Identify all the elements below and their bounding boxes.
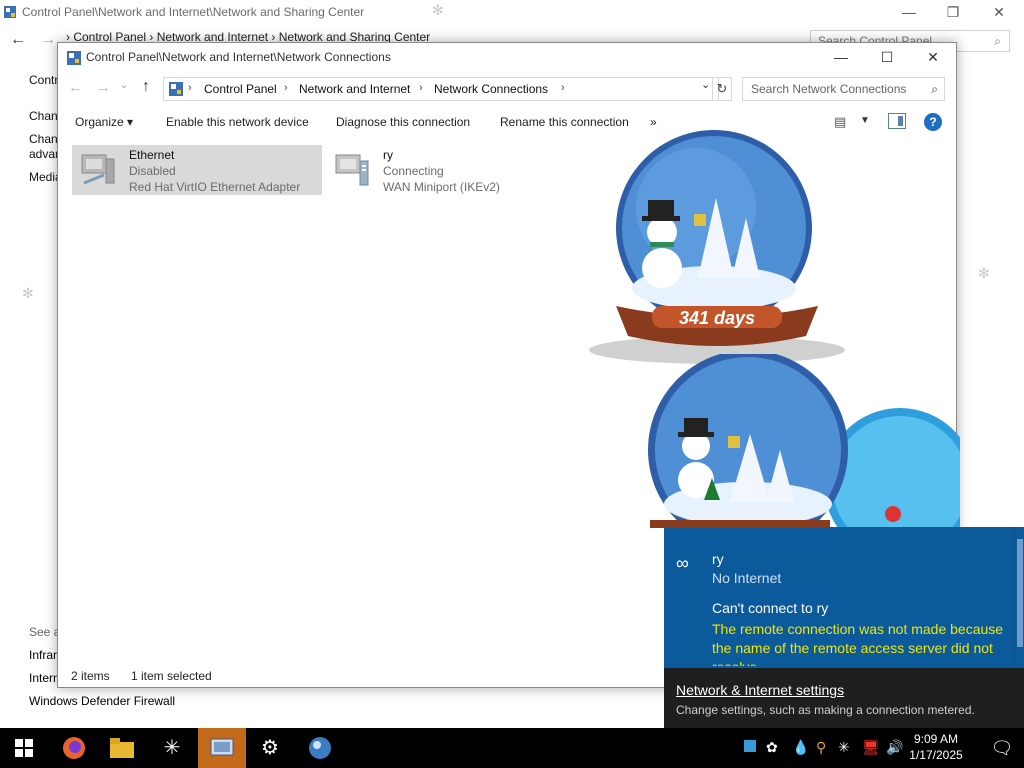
forward-arrow-icon[interactable]: → bbox=[96, 79, 111, 96]
link-firewall[interactable]: Windows Defender Firewall bbox=[29, 694, 175, 708]
snowflake-icon: ✻ bbox=[432, 2, 444, 18]
snow-globe-widget: 341 days bbox=[589, 130, 845, 364]
help-icon[interactable]: ? bbox=[924, 113, 942, 131]
connection-status: Disabled bbox=[129, 164, 176, 178]
breadcrumb-control-panel[interactable]: Control Panel bbox=[204, 82, 277, 96]
more-commands-button[interactable]: » bbox=[650, 115, 657, 129]
breadcrumb-separator-icon: › bbox=[284, 82, 288, 94]
rename-button[interactable]: Rename this connection bbox=[500, 115, 629, 129]
breadcrumb-network-connections[interactable]: Network Connections bbox=[434, 82, 548, 96]
see-also-heading: See also bbox=[29, 625, 57, 639]
volume-icon[interactable]: 🔊 bbox=[886, 739, 903, 756]
network-settings-description: Change settings, such as making a connec… bbox=[676, 703, 975, 717]
clock-date: 1/17/2025 bbox=[909, 748, 963, 762]
scrollbar-thumb[interactable] bbox=[1017, 539, 1023, 647]
link-infrared[interactable]: Infrared bbox=[29, 648, 57, 662]
view-dropdown-icon[interactable]: ▼ bbox=[860, 115, 870, 126]
tray-app-icon[interactable] bbox=[744, 739, 756, 755]
connection-item-ry[interactable]: ry Connecting WAN Miniport (IKEv2) bbox=[326, 145, 576, 195]
address-bar[interactable]: › Control Panel › Network and Internet ›… bbox=[163, 77, 719, 101]
control-panel-icon bbox=[169, 82, 183, 96]
maximize-button[interactable]: ❐ bbox=[930, 2, 976, 24]
refresh-button[interactable]: ↻ bbox=[712, 77, 732, 101]
breadcrumb-network-internet[interactable]: Network and Internet bbox=[299, 82, 410, 96]
flyout-scrollbar[interactable] bbox=[1014, 527, 1024, 668]
forward-arrow-icon[interactable]: → bbox=[40, 31, 56, 49]
action-center-icon[interactable]: 🗨 bbox=[980, 728, 1024, 768]
maximize-button[interactable]: ☐ bbox=[864, 43, 910, 71]
sidebar-link-adapter[interactable]: Change adapter settings bbox=[29, 109, 57, 123]
connection-status: Connecting bbox=[383, 164, 444, 178]
background-window-title: Control Panel\Network and Internet\Netwo… bbox=[22, 5, 365, 19]
snowflake-app-icon[interactable]: ✳ bbox=[148, 728, 196, 768]
sidebar-link-media[interactable]: Media streaming options bbox=[29, 170, 57, 184]
status-selection: 1 item selected bbox=[131, 669, 212, 683]
address-dropdown-icon[interactable]: ⌄ bbox=[701, 78, 710, 91]
flyout-network-name: ry bbox=[712, 551, 724, 567]
status-item-count: 2 items bbox=[71, 669, 110, 683]
network-flyout: ∞ ry No Internet Can't connect to ry The… bbox=[664, 527, 1024, 728]
connection-device: Red Hat VirtIO Ethernet Adapter bbox=[129, 180, 301, 194]
search-icon: ⌕ bbox=[931, 82, 938, 96]
windows-logo-icon bbox=[15, 739, 33, 757]
tray-drop-icon[interactable]: 💧 bbox=[792, 739, 809, 756]
enable-device-button[interactable]: Enable this network device bbox=[166, 115, 309, 129]
file-explorer-icon[interactable] bbox=[98, 728, 146, 768]
flyout-network-status: No Internet bbox=[712, 570, 782, 586]
preview-pane-icon[interactable] bbox=[888, 113, 906, 129]
breadcrumb-separator-icon: › bbox=[419, 82, 423, 94]
flyout-error-detail: The remote connection was not made becau… bbox=[712, 621, 1004, 666]
vpn-icon: ∞ bbox=[676, 553, 689, 573]
firefox-icon[interactable] bbox=[50, 728, 98, 768]
tray-snowflake-icon[interactable]: ✳ bbox=[838, 739, 850, 756]
connection-error-card[interactable]: ∞ ry No Internet Can't connect to ry The… bbox=[664, 527, 1014, 668]
connection-item-ethernet[interactable]: Ethernet Disabled Red Hat VirtIO Etherne… bbox=[72, 145, 322, 195]
connection-name: ry bbox=[383, 148, 393, 162]
system-clock[interactable]: 9:09 AM 1/17/2025 bbox=[905, 731, 967, 763]
snowflake-icon: ✻ bbox=[22, 285, 34, 301]
settings-gear-icon[interactable]: ⚙ bbox=[246, 728, 294, 768]
search-icon: ⌕ bbox=[994, 34, 1001, 48]
network-adapter-icon bbox=[81, 154, 115, 185]
flyout-error-heading: Can't connect to ry bbox=[712, 600, 829, 616]
diagnose-button[interactable]: Diagnose this connection bbox=[336, 115, 470, 129]
connection-name: Ethernet bbox=[129, 148, 175, 162]
control-panel-icon bbox=[4, 6, 16, 18]
refresh-icon: ↻ bbox=[716, 81, 728, 96]
control-panel-taskbar-icon[interactable] bbox=[198, 728, 246, 768]
days-counter: 341 days bbox=[679, 308, 755, 328]
vpn-connection-icon bbox=[335, 154, 369, 186]
close-button[interactable]: ✕ bbox=[976, 2, 1022, 24]
breadcrumb-separator-icon: › bbox=[561, 82, 565, 94]
minimize-button[interactable]: — bbox=[886, 2, 932, 24]
window-title: Control Panel\Network and Internet\Netwo… bbox=[86, 50, 391, 64]
network-settings-link[interactable]: Network & Internet settings bbox=[676, 682, 844, 698]
sidebar-link-home[interactable]: Control Panel Home bbox=[29, 73, 57, 87]
close-button[interactable]: ✕ bbox=[910, 43, 956, 71]
clock-time: 9:09 AM bbox=[913, 732, 959, 746]
sidebar-link-sharing[interactable]: Change advanced sharing settings bbox=[29, 132, 57, 162]
connection-device: WAN Miniport (IKEv2) bbox=[383, 180, 500, 194]
minimize-button[interactable]: — bbox=[818, 43, 864, 71]
start-button[interactable] bbox=[0, 728, 48, 768]
up-arrow-icon[interactable]: ↑ bbox=[142, 78, 150, 96]
recent-locations-chevron-icon[interactable]: ⌄ bbox=[120, 80, 128, 91]
link-internet-options[interactable]: Internet Options bbox=[29, 671, 57, 685]
snow-globe-decoration bbox=[648, 354, 960, 528]
back-arrow-icon[interactable]: ← bbox=[68, 79, 83, 96]
breadcrumb-separator-icon: › bbox=[188, 82, 192, 94]
back-arrow-icon[interactable]: ← bbox=[10, 31, 26, 49]
tray-search-icon[interactable]: ⚲ bbox=[816, 739, 826, 756]
snowflake-icon: ✻ bbox=[978, 265, 990, 281]
taskbar: ✳ ⚙ ✿ 💧 ⚲ ✳ 🖥 🔊 9:09 AM 1/17/2025 🗨 bbox=[0, 728, 1024, 768]
app-globe-icon[interactable] bbox=[296, 728, 344, 768]
organize-button[interactable]: Organize ▾ bbox=[75, 115, 133, 129]
network-disconnected-icon[interactable]: 🖥 bbox=[862, 739, 880, 756]
search-input[interactable]: Search Network Connections ⌕ bbox=[742, 77, 945, 101]
control-panel-icon bbox=[67, 51, 81, 65]
tray-security-icon[interactable]: ✿ bbox=[766, 739, 778, 756]
